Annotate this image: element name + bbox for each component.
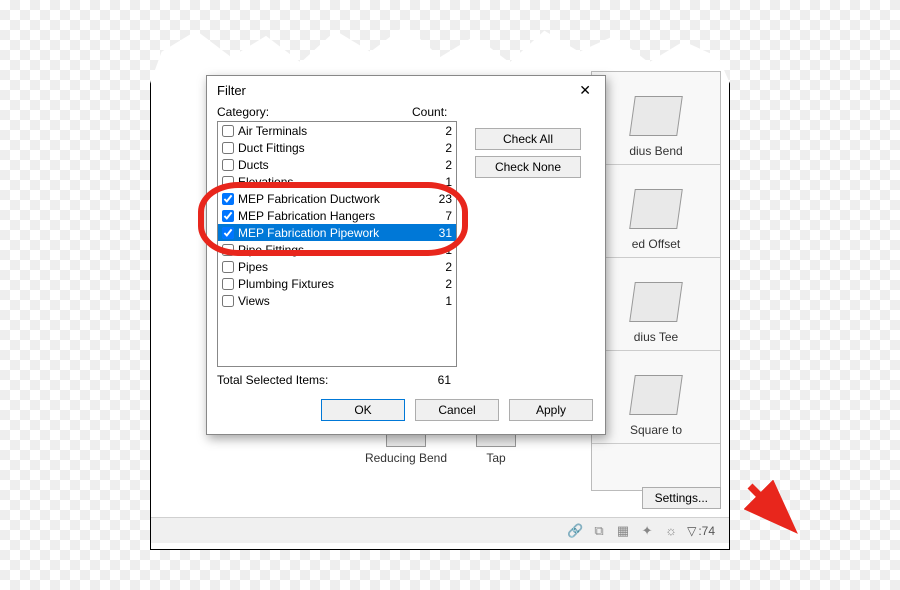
cancel-button[interactable]: Cancel [415,399,499,421]
category-label: Ducts [238,158,422,172]
category-checkbox[interactable] [222,193,234,205]
category-checkbox[interactable] [222,227,234,239]
category-checkbox[interactable] [222,261,234,273]
category-checkbox[interactable] [222,142,234,154]
part-label: dius Tee [634,330,678,344]
model-icon[interactable]: ▦ [615,523,631,539]
category-checkbox[interactable] [222,125,234,137]
category-count: 7 [422,209,452,223]
part-label: dius Bend [629,144,682,158]
category-row[interactable]: MEP Fabrication Pipework31 [218,224,456,241]
category-row[interactable]: MEP Fabrication Ductwork23 [218,190,456,207]
category-row[interactable]: Air Terminals2 [218,122,456,139]
part-label: Tap [486,451,505,465]
category-row[interactable]: Ducts2 [218,156,456,173]
library-item[interactable]: ed Offset [592,165,720,258]
category-count: 2 [422,277,452,291]
part-thumb [629,96,683,136]
selection-filter-badge[interactable]: ▽ :74 [687,524,715,538]
funnel-icon: ▽ [687,524,696,538]
part-label: Reducing Bend [365,451,447,465]
category-row[interactable]: Duct Fittings2 [218,139,456,156]
category-row[interactable]: Elevations1 [218,173,456,190]
category-checkbox[interactable] [222,159,234,171]
category-count: 1 [422,294,452,308]
part-thumb [629,189,683,229]
category-header: Category: [217,105,412,119]
category-label: Duct Fittings [238,141,422,155]
graphics-icon[interactable]: ✦ [639,523,655,539]
category-label: Elevations [238,175,422,189]
check-none-button[interactable]: Check None [475,156,581,178]
category-checkbox[interactable] [222,278,234,290]
part-thumb [629,282,683,322]
category-count: 2 [422,124,452,138]
category-label: Air Terminals [238,124,422,138]
dialog-title: Filter [217,83,246,98]
total-selected-value: 61 [417,373,457,387]
category-count: 31 [422,226,452,240]
category-listbox[interactable]: Air Terminals2Duct Fittings2Ducts2Elevat… [217,121,457,367]
category-count: 23 [422,192,452,206]
category-checkbox[interactable] [222,176,234,188]
filter-dialog: Filter ✕ Category: Count: Air Terminals2… [206,75,606,435]
total-selected-label: Total Selected Items: [217,373,417,387]
sun-icon[interactable]: ☼ [663,523,679,539]
part-thumb [629,375,683,415]
category-checkbox[interactable] [222,295,234,307]
settings-button[interactable]: Settings... [642,487,721,509]
count-header: Count: [412,105,447,119]
status-bar: 🔗 ⧉ ▦ ✦ ☼ ▽ :74 [151,517,729,543]
category-label: Pipes [238,260,422,274]
category-label: Views [238,294,422,308]
filter-count: :74 [698,524,715,538]
select-icon[interactable]: ⧉ [591,523,607,539]
category-count: 2 [422,141,452,155]
category-count: 2 [422,260,452,274]
link-icon[interactable]: 🔗 [567,523,583,539]
library-item[interactable]: dius Bend [592,72,720,165]
close-icon[interactable]: ✕ [575,82,595,99]
library-item[interactable]: dius Tee [592,258,720,351]
category-label: MEP Fabrication Pipework [238,226,422,240]
category-checkbox[interactable] [222,244,234,256]
category-label: MEP Fabrication Ductwork [238,192,422,206]
category-row[interactable]: Plumbing Fixtures2 [218,275,456,292]
category-label: MEP Fabrication Hangers [238,209,422,223]
category-row[interactable]: Views1 [218,292,456,309]
annotation-arrow [744,480,804,540]
category-count: 2 [422,158,452,172]
category-label: Pipe Fittings [238,243,422,257]
category-row[interactable]: Pipes2 [218,258,456,275]
category-count: 1 [422,175,452,189]
apply-button[interactable]: Apply [509,399,593,421]
category-checkbox[interactable] [222,210,234,222]
check-all-button[interactable]: Check All [475,128,581,150]
category-row[interactable]: MEP Fabrication Hangers7 [218,207,456,224]
category-count: 1 [422,243,452,257]
ok-button[interactable]: OK [321,399,405,421]
part-label: ed Offset [632,237,680,251]
category-row[interactable]: Pipe Fittings1 [218,241,456,258]
category-label: Plumbing Fixtures [238,277,422,291]
